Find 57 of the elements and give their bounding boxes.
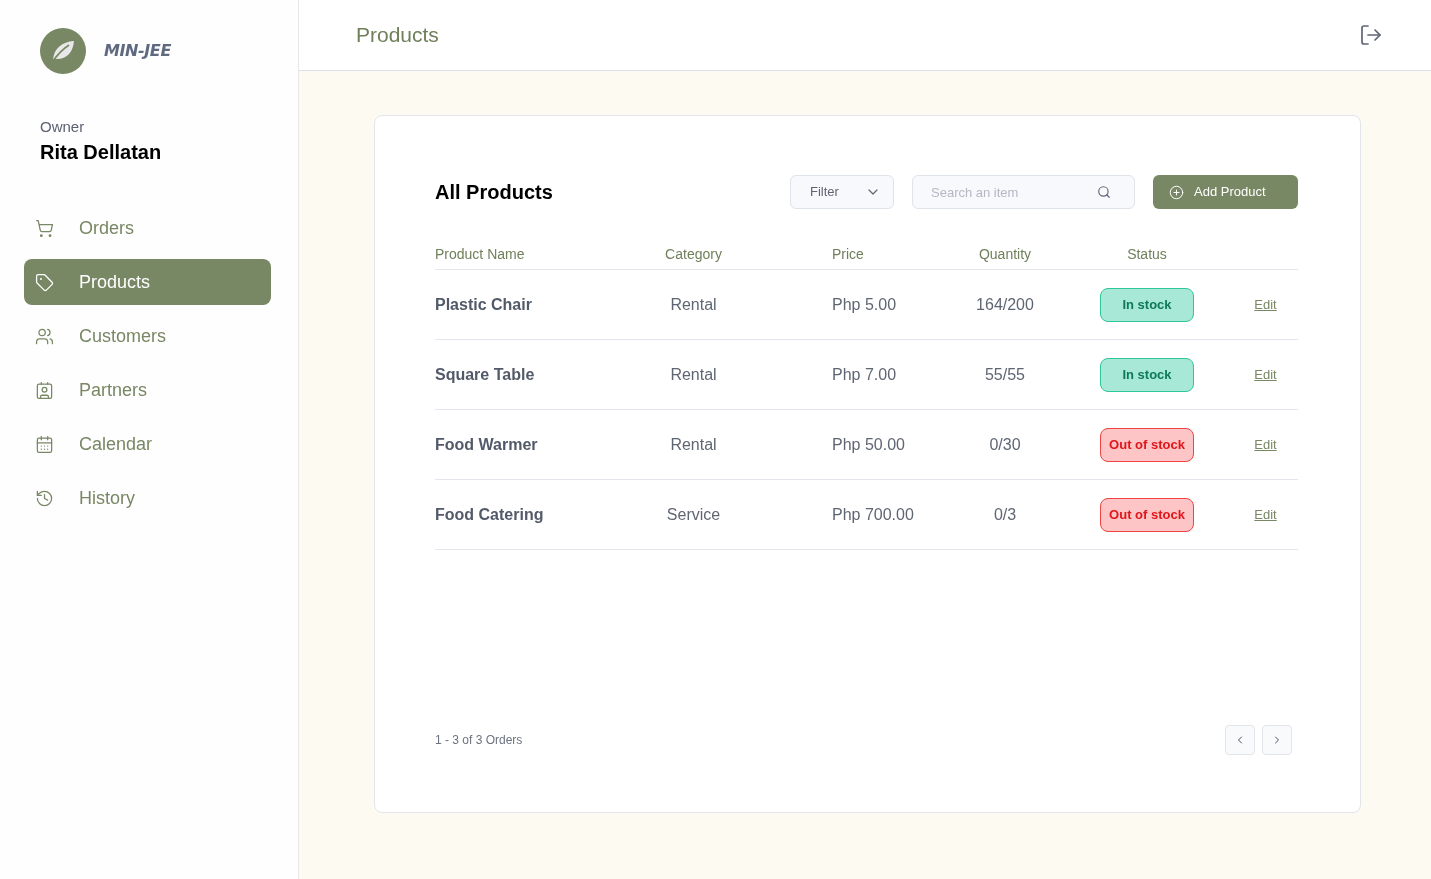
nav-item[interactable]: Customers	[24, 313, 271, 359]
table-cell-text: Rental	[670, 294, 717, 315]
calendar-icon	[35, 434, 54, 454]
table-cell-text: Plastic Chair	[435, 294, 532, 315]
user-name: Rita Dellatan	[40, 140, 162, 165]
table-cell-text: Php 7.00	[832, 364, 897, 385]
table-cell-text: 0/30	[989, 434, 1021, 455]
column-header: Category	[665, 244, 722, 264]
logout-button[interactable]	[1359, 23, 1383, 47]
logout-icon	[1359, 23, 1383, 47]
table-cell-text: Php 700.00	[832, 504, 914, 525]
tag-icon	[35, 272, 54, 292]
table-cell-text: Php 50.00	[832, 434, 905, 455]
search-field[interactable]: Search an item	[912, 175, 1135, 209]
edit-link[interactable]: Edit	[1254, 504, 1277, 525]
search-icon	[1097, 185, 1111, 199]
cart-icon	[35, 218, 54, 238]
column-header: Quantity	[978, 244, 1032, 264]
table-cell-text: 164/200	[976, 294, 1034, 315]
table-cell-text: Service	[666, 504, 721, 525]
brand-name: MIN-JEE	[104, 40, 171, 62]
column-header: Product Name	[435, 244, 525, 264]
plus-circle-icon	[1169, 184, 1184, 200]
leaf-logo	[40, 28, 86, 74]
table-cell-text: Php 5.00	[832, 294, 897, 315]
status-badge: Out of stock	[1100, 427, 1194, 462]
history-icon	[35, 488, 54, 508]
table-cell-text: Rental	[670, 434, 717, 455]
table-cell-text: Food Warmer	[435, 434, 538, 455]
edit-link[interactable]: Edit	[1254, 364, 1277, 385]
page-title: Products	[356, 22, 439, 49]
contact-card-icon	[35, 380, 54, 400]
table-cell-text: Square Table	[435, 364, 535, 385]
nav-item[interactable]: Products	[24, 259, 271, 305]
column-header: Price	[832, 244, 864, 264]
card-title: All Products	[435, 180, 553, 205]
edit-link[interactable]: Edit	[1254, 434, 1277, 455]
nav-item[interactable]: Partners	[24, 367, 271, 413]
users-icon	[35, 326, 54, 346]
column-header: Status	[1127, 244, 1167, 264]
nav-item[interactable]: Calendar	[24, 421, 271, 467]
table-cell-text: Food Catering	[435, 504, 544, 525]
status-badge: Out of stock	[1100, 497, 1194, 532]
table-cell-text: 0/3	[993, 504, 1017, 525]
filter-dropdown[interactable]: Filter	[790, 175, 894, 209]
previous-page-button[interactable]	[1225, 725, 1255, 755]
nav-item[interactable]: History	[24, 475, 271, 521]
table-cell-text: 55/55	[984, 364, 1025, 385]
next-page-button[interactable]	[1262, 725, 1292, 755]
add-product-button[interactable]: Add Product	[1153, 175, 1298, 209]
table-cell-text: Rental	[670, 364, 717, 385]
pagination-summary: 1 - 3 of 3 Orders	[435, 732, 523, 749]
edit-link[interactable]: Edit	[1254, 294, 1277, 315]
nav-item[interactable]: Orders	[24, 205, 271, 251]
user-role: Owner	[40, 117, 85, 137]
status-badge: In stock	[1100, 357, 1194, 392]
status-badge: In stock	[1100, 287, 1194, 322]
